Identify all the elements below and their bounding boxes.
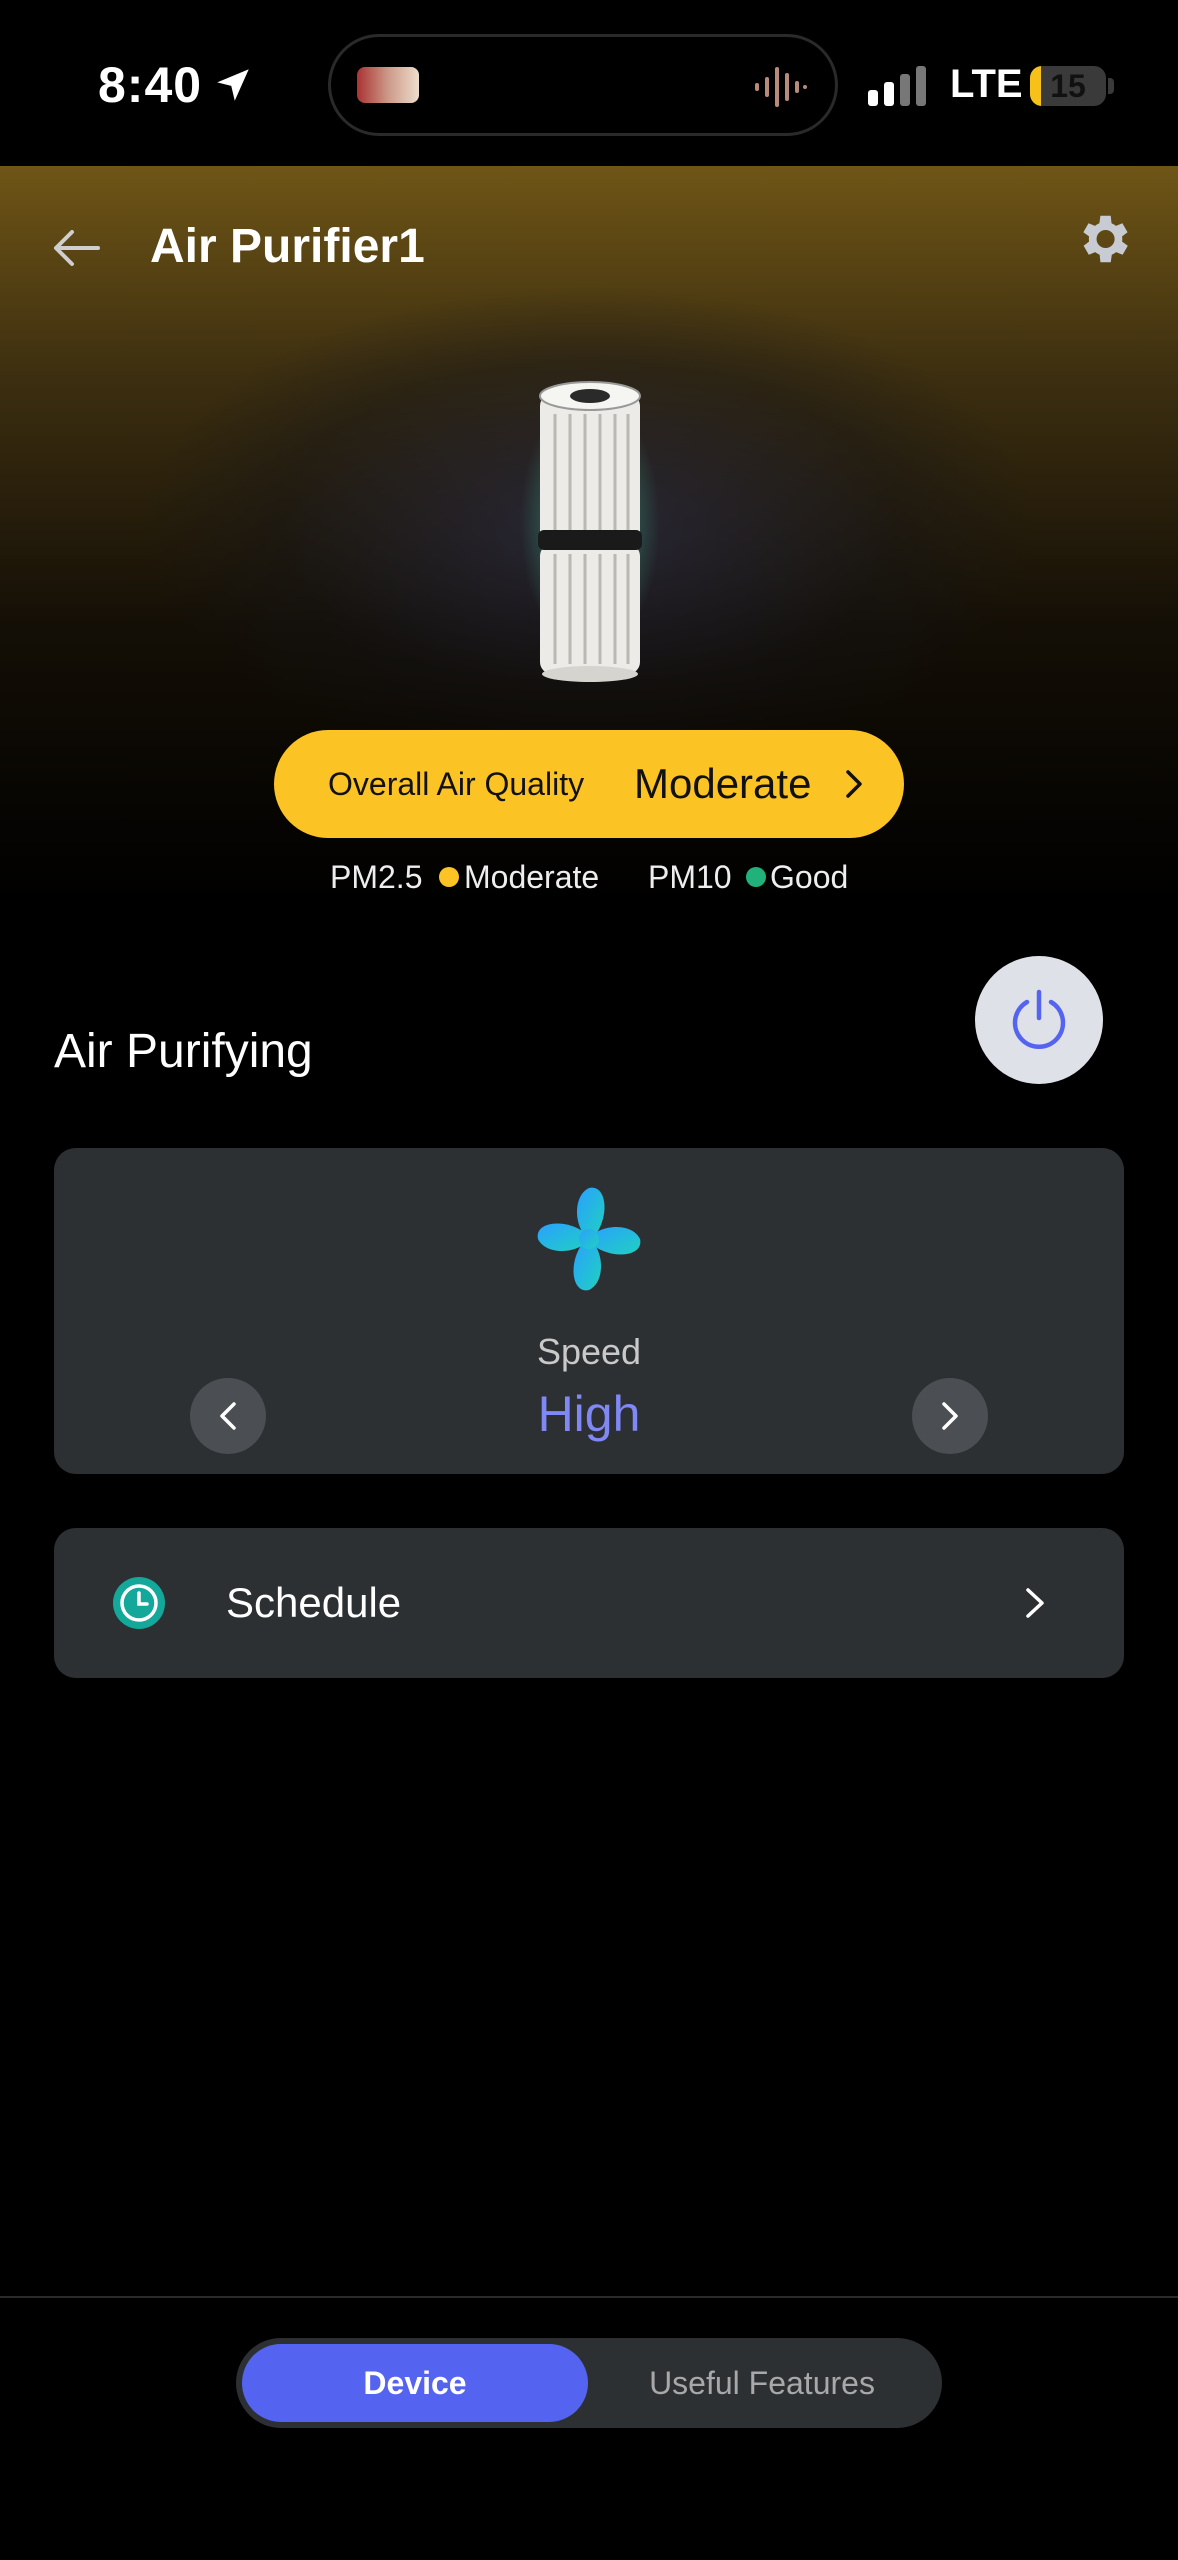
chevron-right-icon xyxy=(846,770,862,798)
pm10-label: PM10 xyxy=(648,859,732,895)
status-time: 8:40 xyxy=(98,57,203,113)
overall-air-quality-button[interactable]: Overall Air Quality Moderate xyxy=(274,730,904,838)
battery-nub xyxy=(1108,78,1114,94)
dynamic-island xyxy=(328,34,838,136)
air-purifier-image xyxy=(520,381,660,682)
audio-waveform-icon xyxy=(755,67,807,107)
speed-label: Speed xyxy=(536,1331,642,1372)
now-playing-thumbnail xyxy=(357,67,419,103)
particulate-readings: PM2.5 Moderate PM10 Good xyxy=(0,852,1178,902)
speed-decrease-button[interactable] xyxy=(190,1378,266,1454)
location-arrow-icon xyxy=(217,69,249,101)
pm10-value: Good xyxy=(770,859,849,895)
pm25-label: PM2.5 xyxy=(330,859,423,895)
pm10-status-dot xyxy=(746,867,766,887)
air-quality-value: Moderate xyxy=(634,760,812,807)
chevron-left-icon xyxy=(220,1402,236,1430)
settings-gear-icon[interactable] xyxy=(1072,208,1134,270)
schedule-row[interactable]: Schedule xyxy=(54,1528,1124,1678)
cellular-signal-icon xyxy=(868,66,926,106)
power-button[interactable] xyxy=(975,956,1103,1084)
battery-percentage: 15 xyxy=(1050,68,1086,104)
tab-useful-features[interactable]: Useful Features xyxy=(588,2344,936,2422)
status-bar: 8:40 LTE 15 xyxy=(0,0,1178,166)
page-title: Air Purifier1 xyxy=(150,220,425,273)
power-icon xyxy=(1012,989,1066,1049)
speed-increase-button[interactable] xyxy=(912,1378,988,1454)
chevron-right-icon xyxy=(942,1402,958,1430)
speed-control-card: Speed High xyxy=(54,1148,1124,1474)
air-quality-label: Overall Air Quality xyxy=(328,766,585,802)
pm25-value: Moderate xyxy=(464,859,600,895)
battery-icon: 15 xyxy=(1030,66,1106,106)
bottom-tab-switcher: Device Useful Features xyxy=(236,2338,942,2428)
network-type: LTE xyxy=(950,62,1023,106)
pm25-status-dot xyxy=(439,867,459,887)
section-title: Air Purifying xyxy=(54,1025,313,1078)
fan-icon xyxy=(537,1187,641,1291)
clock-icon xyxy=(113,1577,165,1629)
back-arrow-icon[interactable] xyxy=(44,216,108,280)
schedule-label: Schedule xyxy=(226,1579,402,1626)
tab-device[interactable]: Device xyxy=(242,2344,588,2422)
chevron-right-icon xyxy=(1026,1588,1044,1618)
bottom-divider xyxy=(0,2296,1178,2298)
